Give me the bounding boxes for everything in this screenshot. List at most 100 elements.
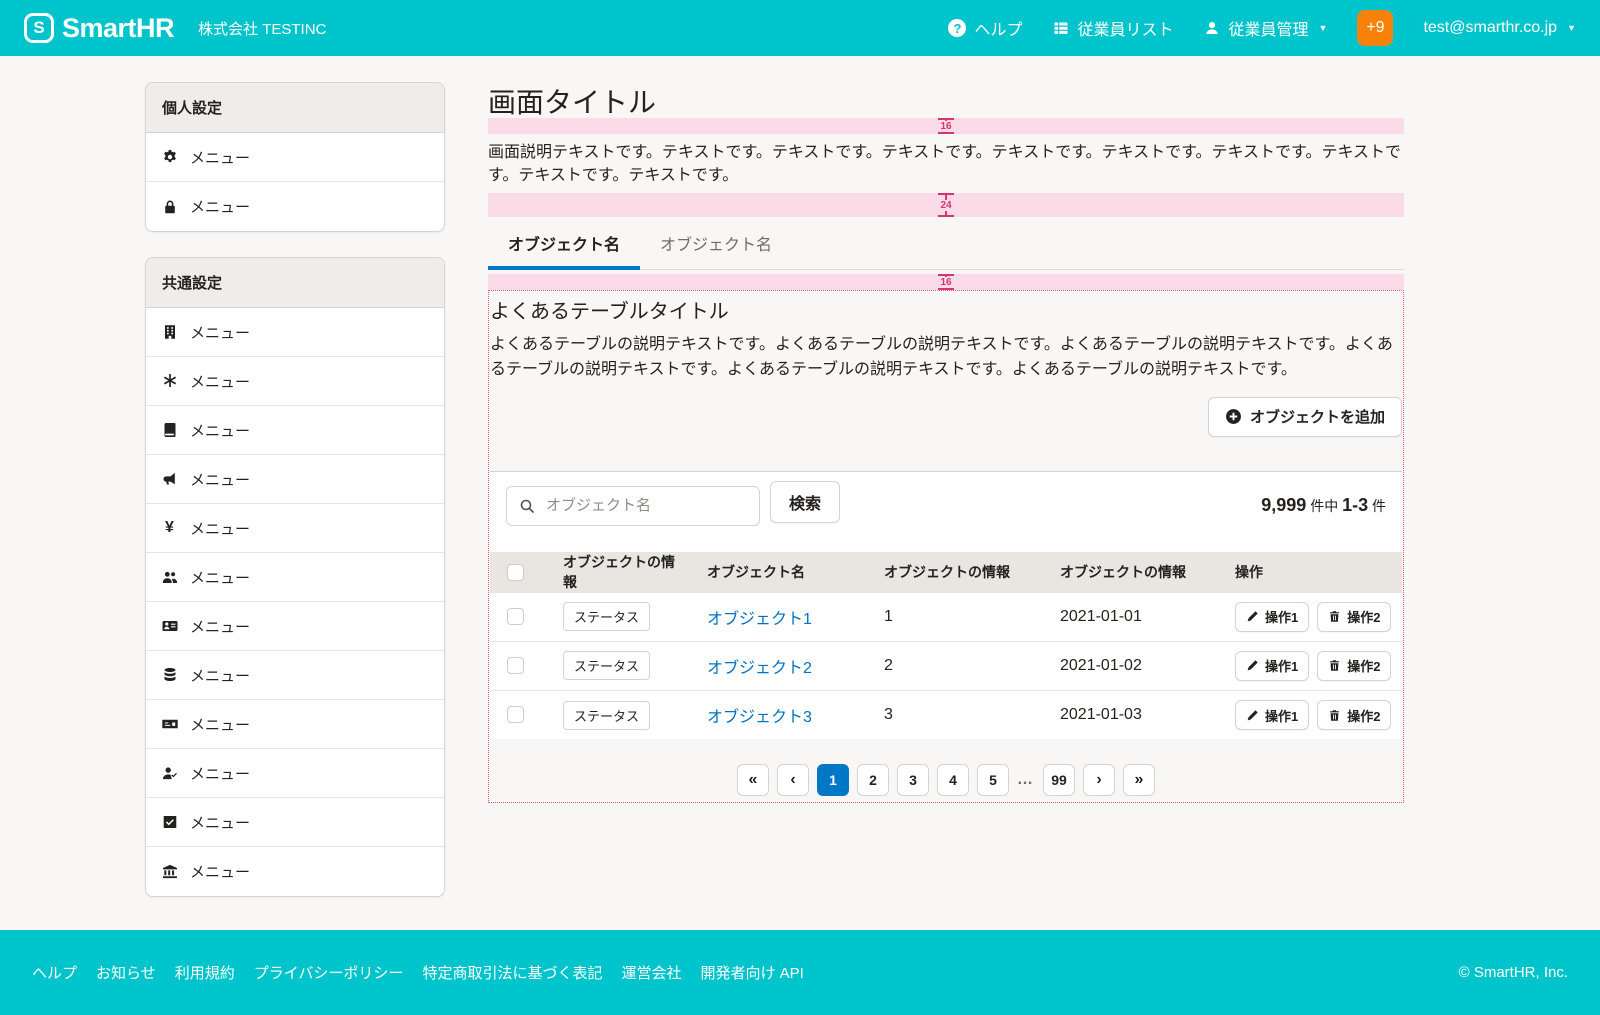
object-link[interactable]: オブジェクト3 — [707, 709, 812, 726]
sidebar-item-label: メニュー — [190, 616, 250, 637]
footer-link-commerce-law[interactable]: 特定商取引法に基づく表記 — [422, 962, 602, 983]
table-row: ステータス オブジェクト1 1 2021-01-01 — [490, 592, 1402, 641]
sidebar-item-label: メニュー — [190, 714, 250, 735]
sidebar-item-menu[interactable]: メニュー — [146, 602, 444, 651]
action1-button[interactable]: 操作1 — [1235, 700, 1309, 730]
list-icon — [1053, 20, 1070, 36]
nav-employee-management-label: 従業員管理 — [1229, 16, 1309, 40]
smarthr-logo[interactable]: S SmartHR — [24, 13, 174, 44]
footer-link-news[interactable]: お知らせ — [96, 962, 156, 983]
tab-object-2[interactable]: オブジェクト名 — [640, 225, 792, 269]
sidebar-section-title: 個人設定 — [146, 83, 444, 133]
footer-link-terms[interactable]: 利用規約 — [175, 962, 235, 983]
add-object-label: オブジェクトを追加 — [1250, 406, 1385, 427]
sidebar-item-menu[interactable]: メニュー — [146, 651, 444, 700]
pagination-page-5[interactable]: 5 — [977, 764, 1009, 796]
sidebar-item-menu[interactable]: メニュー — [146, 406, 444, 455]
pagination-last-button[interactable]: » — [1123, 764, 1155, 796]
sidebar-item-label: メニュー — [190, 861, 250, 882]
object-info: 2 — [855, 641, 1031, 690]
id-card-icon — [161, 618, 178, 634]
sidebar-item-menu[interactable]: メニュー — [146, 553, 444, 602]
action1-button[interactable]: 操作1 — [1235, 602, 1309, 632]
sidebar-item-menu[interactable]: メニュー — [146, 357, 444, 406]
footer-link-developer-api[interactable]: 開発者向け API — [700, 962, 803, 983]
sidebar-item-menu[interactable]: メニュー — [146, 749, 444, 798]
nav-employee-management[interactable]: 従業員管理 ▼ — [1204, 16, 1328, 40]
notification-badge[interactable]: +9 — [1357, 10, 1393, 46]
sidebar-item-menu[interactable]: ¥ メニュー — [146, 504, 444, 553]
row-checkbox[interactable] — [507, 657, 524, 674]
sidebar-item-menu[interactable]: メニュー — [146, 798, 444, 847]
tab-bar: オブジェクト名 オブジェクト名 — [488, 225, 1404, 270]
spacing-annotation-16: 16 — [488, 118, 1404, 134]
select-all-checkbox[interactable] — [507, 564, 524, 581]
search-icon — [519, 498, 535, 514]
spacing-annotation-24: 24 — [488, 193, 1404, 217]
nav-help[interactable]: ? ヘルプ — [948, 16, 1022, 40]
sidebar-item-menu[interactable]: メニュー — [146, 308, 444, 357]
sidebar-item-label: メニュー — [190, 196, 250, 217]
pagination-prev-button[interactable]: ‹ — [777, 764, 809, 796]
column-header: オブジェクトの情報 — [534, 552, 678, 593]
pagination-next-button[interactable]: › — [1083, 764, 1115, 796]
sidebar-item-menu[interactable]: メニュー — [146, 182, 444, 231]
pagination-page-2[interactable]: 2 — [857, 764, 889, 796]
page-title: 画面タイトル — [488, 88, 1404, 118]
users-icon — [161, 569, 178, 585]
footer-link-company[interactable]: 運営会社 — [621, 962, 681, 983]
header-nav: ? ヘルプ 従業員リスト 従業員管理 ▼ +9 test@smarthr.co.… — [948, 10, 1576, 46]
footer-link-privacy[interactable]: プライバシーポリシー — [254, 962, 404, 983]
table-panel: 検索 9,999 件中 1-3 件 — [490, 471, 1402, 740]
sidebar-item-label: メニュー — [190, 812, 250, 833]
pagination-page-3[interactable]: 3 — [897, 764, 929, 796]
row-checkbox[interactable] — [507, 706, 524, 723]
footer-link-help[interactable]: ヘルプ — [32, 962, 77, 983]
sidebar-item-label: メニュー — [190, 420, 250, 441]
user-icon — [1204, 20, 1221, 36]
row-checkbox[interactable] — [507, 608, 524, 625]
search-input[interactable] — [544, 496, 747, 515]
action1-button[interactable]: 操作1 — [1235, 651, 1309, 681]
trash-icon — [1328, 709, 1341, 722]
sidebar-item-label: メニュー — [190, 322, 250, 343]
add-object-button[interactable]: オブジェクトを追加 — [1208, 397, 1402, 437]
sidebar-item-menu[interactable]: メニュー — [146, 847, 444, 896]
nav-employee-list-label: 従業員リスト — [1078, 16, 1174, 40]
sidebar-item-label: メニュー — [190, 469, 250, 490]
pagination-first-button[interactable]: « — [737, 764, 769, 796]
asterisk-icon — [161, 373, 178, 389]
action2-button[interactable]: 操作2 — [1317, 651, 1391, 681]
bullhorn-icon — [161, 471, 178, 487]
sidebar-item-menu[interactable]: メニュー — [146, 133, 444, 182]
pagination-page-1[interactable]: 1 — [817, 764, 849, 796]
object-info: 3 — [855, 690, 1031, 739]
building-icon — [161, 324, 178, 340]
action2-button[interactable]: 操作2 — [1317, 602, 1391, 632]
pencil-icon — [1246, 659, 1259, 672]
smarthr-wordmark: SmartHR — [62, 13, 174, 44]
account-menu[interactable]: test@smarthr.co.jp ▼ — [1423, 19, 1576, 37]
pencil-icon — [1246, 610, 1259, 623]
object-link[interactable]: オブジェクト2 — [707, 660, 812, 677]
action2-label: 操作2 — [1347, 706, 1380, 725]
table-header-row: オブジェクトの情報 オブジェクト名 オブジェクトの情報 オブジェクトの情報 操作 — [490, 552, 1402, 593]
pagination-page-4[interactable]: 4 — [937, 764, 969, 796]
tab-object-1[interactable]: オブジェクト名 — [488, 225, 640, 269]
nav-employee-list[interactable]: 従業員リスト — [1053, 16, 1174, 40]
pagination-page-99[interactable]: 99 — [1043, 764, 1075, 796]
sidebar-item-menu[interactable]: メニュー — [146, 455, 444, 504]
sidebar-section-title: 共通設定 — [146, 258, 444, 308]
status-badge: ステータス — [563, 651, 650, 680]
help-icon: ? — [948, 19, 966, 37]
search-box — [506, 486, 760, 526]
add-object-row: オブジェクトを追加 — [490, 397, 1402, 437]
object-link[interactable]: オブジェクト1 — [707, 611, 812, 628]
search-button[interactable]: 検索 — [770, 481, 840, 523]
object-date: 2021-01-01 — [1031, 592, 1206, 641]
action2-button[interactable]: 操作2 — [1317, 700, 1391, 730]
sidebar-item-menu[interactable]: メニュー — [146, 700, 444, 749]
money-check-icon — [161, 716, 178, 732]
spacing-marker: 16 — [938, 274, 954, 290]
result-count: 9,999 件中 1-3 件 — [1261, 495, 1386, 516]
